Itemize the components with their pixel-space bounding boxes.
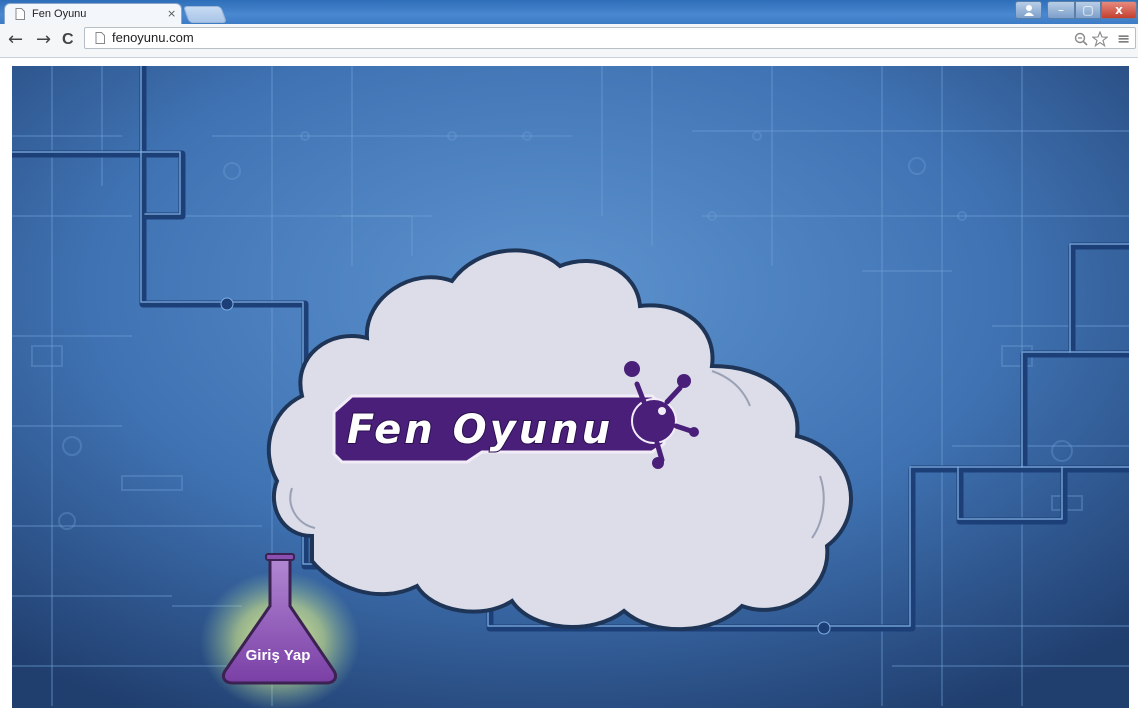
star-icon[interactable] xyxy=(1092,31,1108,47)
menu-button[interactable]: ≡ xyxy=(1117,29,1130,48)
user-icon[interactable] xyxy=(1015,1,1042,19)
address-bar[interactable]: fenoyunu.com xyxy=(84,27,1136,49)
close-window-button[interactable]: x xyxy=(1101,1,1137,19)
game-scene: Fen Oyunu Giriş Yap xyxy=(12,66,1129,708)
logo-bug-icon xyxy=(631,398,677,444)
logo-text: Fen Oyunu xyxy=(347,407,613,453)
login-button-label[interactable]: Giriş Yap xyxy=(246,647,311,664)
new-tab-button[interactable] xyxy=(182,6,228,23)
title-bar: Fen Oyunu × – ▢ x xyxy=(0,0,1138,24)
minimize-button[interactable]: – xyxy=(1047,1,1075,19)
browser-tab[interactable]: Fen Oyunu × xyxy=(4,3,182,24)
page-icon xyxy=(95,32,105,44)
tab-title: Fen Oyunu xyxy=(32,8,87,20)
page-icon xyxy=(15,8,25,20)
back-button[interactable]: ← xyxy=(8,30,23,50)
url-text: fenoyunu.com xyxy=(112,30,194,45)
maximize-button[interactable]: ▢ xyxy=(1075,1,1101,19)
zoom-icon[interactable] xyxy=(1074,32,1088,46)
reload-button[interactable]: C xyxy=(62,30,74,50)
tab-close-button[interactable]: × xyxy=(167,7,176,20)
browser-toolbar: ← → C fenoyunu.com ≡ xyxy=(0,24,1138,58)
page-viewport: Fen Oyunu Giriş Yap xyxy=(0,58,1138,709)
forward-button[interactable]: → xyxy=(36,30,51,50)
